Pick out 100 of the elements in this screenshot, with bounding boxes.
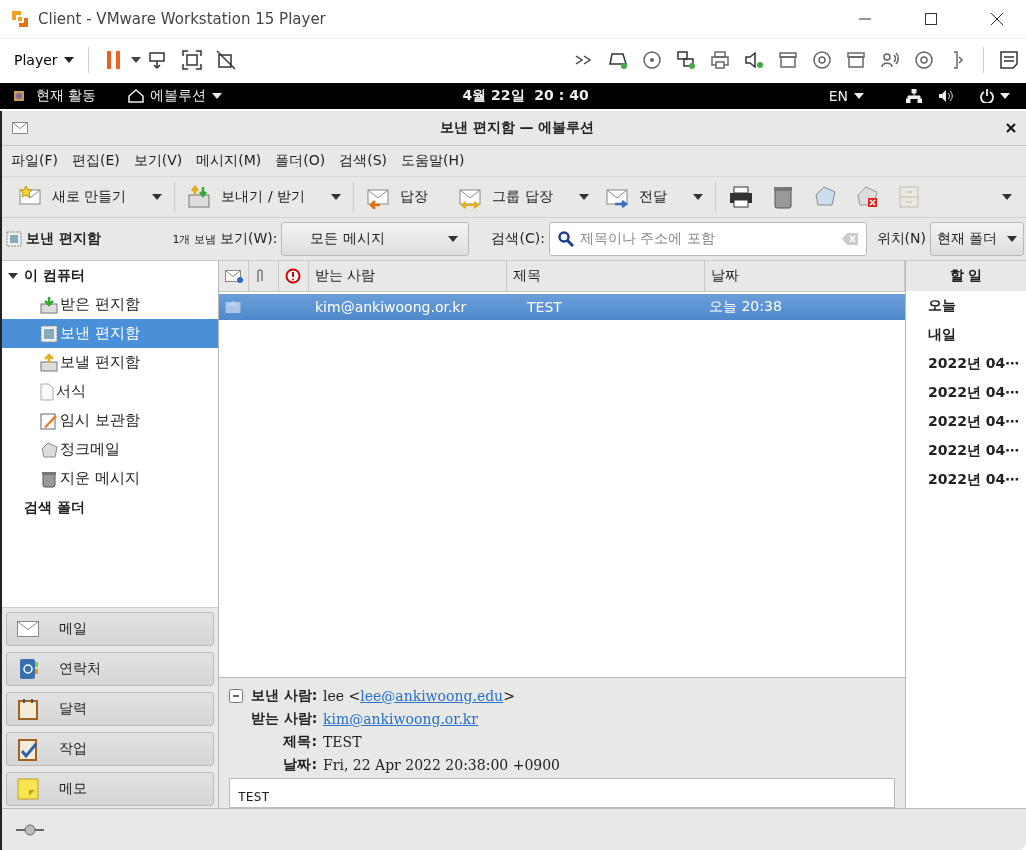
menu-item[interactable]: 파일(F) bbox=[4, 152, 65, 170]
caret-icon bbox=[854, 93, 864, 99]
toolbar-button[interactable]: 보내기 / 받기 bbox=[179, 181, 328, 213]
connection-icon bbox=[16, 824, 44, 836]
menu-item[interactable]: 검색(S) bbox=[332, 152, 395, 170]
sticky-note-icon bbox=[17, 778, 39, 800]
send-receive-icon bbox=[187, 185, 212, 209]
sender-value: lee <lee@ankiwoong.edu> bbox=[323, 687, 516, 704]
archive-icon[interactable] bbox=[778, 50, 798, 70]
power-icon bbox=[980, 89, 994, 103]
column-header[interactable]: 제목 bbox=[513, 267, 541, 285]
search-field[interactable]: 제목이나 주소에 포함 bbox=[548, 222, 867, 256]
menu-item[interactable]: 메시지(M) bbox=[189, 152, 269, 170]
todo-item[interactable]: 내일 bbox=[906, 320, 1026, 349]
person-signal-icon[interactable] bbox=[880, 50, 900, 70]
caret-icon[interactable] bbox=[1002, 194, 1012, 200]
header-label: 날짜: bbox=[282, 755, 318, 774]
clock[interactable]: 4월 22일 20 : 40 bbox=[462, 87, 589, 105]
menu-item[interactable]: 도움말(H) bbox=[394, 152, 472, 170]
archive-icon[interactable] bbox=[846, 50, 866, 70]
folder-item[interactable]: 서식 bbox=[2, 377, 218, 406]
todo-item[interactable]: 2022년 04⋯ bbox=[906, 349, 1026, 378]
scope-dropdown[interactable]: 현재 폴더 bbox=[930, 222, 1024, 256]
todo-item[interactable]: 2022년 04⋯ bbox=[906, 436, 1026, 465]
column-header[interactable]: 받는 사람 bbox=[315, 267, 376, 285]
expanded-arrow-icon[interactable] bbox=[8, 270, 18, 281]
menu-item[interactable]: 폴더(O) bbox=[268, 152, 333, 170]
folder-group[interactable]: 검색 폴더 bbox=[24, 498, 85, 517]
disc-icon[interactable] bbox=[812, 50, 832, 70]
hard-disk-icon[interactable] bbox=[608, 50, 628, 70]
document-icon bbox=[40, 382, 54, 401]
header-label: 보낸 사람: bbox=[251, 686, 319, 705]
folder-item[interactable]: 지운 메시지 bbox=[2, 464, 218, 493]
view-dropdown[interactable]: 모든 메시지 bbox=[281, 222, 470, 256]
disc-icon[interactable] bbox=[914, 50, 934, 70]
menu-item[interactable]: 보기(V) bbox=[126, 152, 190, 170]
toolbar-button[interactable]: 그룹 답장 bbox=[450, 181, 575, 213]
todo-item[interactable]: 2022년 04⋯ bbox=[906, 465, 1026, 494]
network-icon[interactable] bbox=[906, 89, 922, 103]
printer-icon[interactable] bbox=[728, 185, 753, 209]
folder-item[interactable]: 보낼 편지함 bbox=[2, 348, 218, 377]
email-link[interactable]: lee@ankiwoong.edu bbox=[360, 687, 504, 704]
folder-item[interactable]: 임시 보관함 bbox=[2, 406, 218, 435]
network-icon[interactable] bbox=[676, 50, 696, 70]
toolbar-button[interactable]: 전달 bbox=[596, 181, 689, 213]
todo-item[interactable]: 2022년 04⋯ bbox=[906, 378, 1026, 407]
speaker-icon[interactable] bbox=[744, 50, 764, 70]
menu-item[interactable]: 편집(E) bbox=[65, 152, 127, 170]
caret-icon bbox=[1007, 236, 1017, 242]
stamp-icon bbox=[6, 231, 22, 247]
close-icon[interactable] bbox=[1006, 123, 1016, 133]
stamp-icon bbox=[40, 324, 58, 343]
caret-icon bbox=[1000, 93, 1010, 99]
search-label: 검색(C): bbox=[491, 230, 545, 248]
column-header[interactable]: 날짜 bbox=[711, 267, 739, 285]
caret-icon bbox=[63, 57, 74, 63]
todo-item[interactable]: 오늘 bbox=[906, 291, 1026, 320]
caret-icon[interactable] bbox=[152, 194, 163, 200]
header-value: TEST bbox=[323, 733, 363, 750]
email-link[interactable]: kim@ankiwoong.or.kr bbox=[323, 710, 479, 727]
switcher-button[interactable]: 달력 bbox=[6, 692, 214, 726]
toolbar-button[interactable]: 새로 만들기 bbox=[10, 181, 149, 213]
clipboard-check-icon bbox=[17, 737, 39, 761]
collapse-icon[interactable] bbox=[229, 688, 243, 703]
caret-icon bbox=[130, 57, 141, 63]
outbox-icon bbox=[40, 353, 58, 372]
subject-cell-text: TEST bbox=[527, 299, 563, 315]
folder-item[interactable]: 받은 편지함 bbox=[2, 290, 218, 319]
app-logo-icon bbox=[10, 9, 30, 29]
folder-group[interactable]: 이 컴퓨터 bbox=[24, 266, 85, 285]
volume-icon[interactable] bbox=[938, 89, 954, 103]
message-body: TEST bbox=[229, 778, 895, 808]
player-menu[interactable]: Player bbox=[8, 48, 80, 72]
activities-button[interactable]: 현재 활동 bbox=[32, 87, 101, 105]
pencil-note-icon bbox=[40, 411, 58, 430]
app-menu[interactable]: 에볼루션 bbox=[124, 87, 227, 105]
todo-item[interactable]: 2022년 04⋯ bbox=[906, 407, 1026, 436]
caret-icon[interactable] bbox=[692, 194, 703, 200]
send-keys-icon[interactable] bbox=[147, 50, 168, 70]
close-icon[interactable] bbox=[991, 13, 1003, 25]
address-book-icon bbox=[17, 658, 39, 680]
cd-icon[interactable] bbox=[642, 50, 662, 70]
header-value: Fri, 22 Apr 2022 20:38:00 +0900 bbox=[323, 756, 562, 773]
unity-icon[interactable] bbox=[215, 50, 236, 70]
priority-icon[interactable] bbox=[285, 268, 301, 284]
maximize-icon[interactable] bbox=[925, 13, 937, 25]
switcher-button[interactable]: 메일 bbox=[6, 612, 214, 646]
caret-icon[interactable] bbox=[331, 194, 342, 200]
caret-icon[interactable] bbox=[578, 194, 589, 200]
switcher-button[interactable]: 메모 bbox=[6, 772, 214, 806]
fullscreen-icon[interactable] bbox=[181, 50, 202, 70]
switcher-button[interactable]: 작업 bbox=[6, 732, 214, 766]
notes-icon[interactable] bbox=[999, 50, 1019, 70]
folder-title: 보낸 편지함 bbox=[26, 230, 102, 248]
paperclip-icon[interactable] bbox=[255, 268, 265, 284]
toolbar-button[interactable]: 답장 bbox=[358, 181, 451, 213]
language-menu[interactable]: EN bbox=[824, 88, 868, 104]
folder-item[interactable]: 정크메일 bbox=[2, 435, 218, 464]
caret-icon bbox=[448, 236, 459, 242]
switcher-button[interactable]: 연락처 bbox=[6, 652, 214, 686]
